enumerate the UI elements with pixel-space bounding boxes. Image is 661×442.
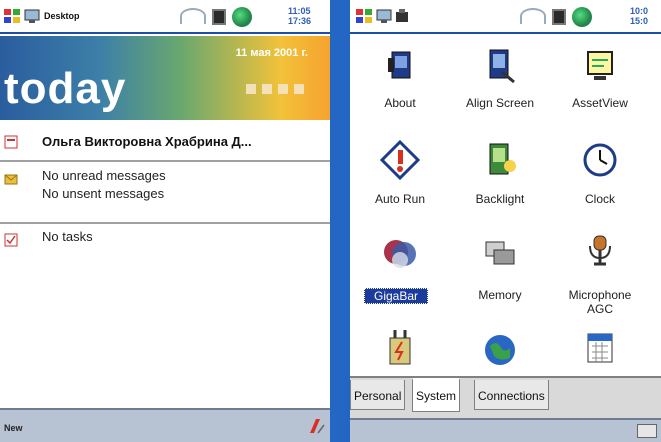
owner-name: Ольга Викторовна Храбрина Д...	[42, 134, 252, 149]
window-title: Desktop	[44, 11, 80, 21]
settings-item-label-selected: GigaBar	[364, 288, 428, 304]
settings-item-memory[interactable]: Memory	[450, 234, 550, 324]
power-icon	[389, 330, 411, 365]
tab-system[interactable]: System	[412, 378, 461, 412]
settings-item-about[interactable]: About	[350, 46, 450, 136]
settings-item-assetview[interactable]: AssetView	[550, 46, 650, 136]
settings-tab-bar: Personal System Connections	[350, 376, 661, 418]
memory-icon	[485, 241, 515, 265]
unread-messages-text: No unread messages	[42, 168, 166, 183]
settings-item-label: Clock	[584, 192, 615, 206]
assetview-icon	[587, 51, 613, 80]
settings-item-clock[interactable]: Clock	[550, 140, 650, 230]
start-menu-icon[interactable]	[356, 9, 373, 24]
autorun-icon	[380, 140, 420, 180]
calendar-icon	[587, 333, 613, 363]
clock-time-secondary[interactable]: 17:36	[288, 17, 311, 26]
connectivity-icon[interactable]	[232, 7, 252, 27]
desktop-icon	[376, 9, 392, 23]
regional-icon	[485, 335, 515, 365]
banner-date: 11 мая 2001 г.	[235, 47, 308, 59]
today-screen: Desktop 11:05 17:36 11 мая 2001 г. today…	[0, 0, 330, 442]
connectivity-icon[interactable]	[572, 7, 592, 27]
clock-icon	[583, 143, 617, 177]
no-tasks-text: No tasks	[42, 229, 93, 244]
settings-item-backlight[interactable]: Backlight	[450, 140, 550, 230]
clock-time-secondary[interactable]: 15:0	[630, 17, 648, 26]
title-bar: Desktop 11:05 17:36	[0, 0, 330, 34]
messages-row[interactable]: No unread messages No unsent messages	[0, 164, 330, 224]
tasks-icon	[4, 233, 18, 247]
keyboard-icon[interactable]	[637, 424, 657, 438]
two-device-screens: Desktop 11:05 17:36 11 мая 2001 г. today…	[0, 0, 661, 442]
today-banner[interactable]: 11 мая 2001 г. today	[0, 36, 330, 120]
status-tray: 10:0 15:0	[520, 5, 661, 29]
gigabar-icon	[384, 240, 416, 268]
owner-card-icon	[4, 135, 18, 149]
settings-item-align-screen[interactable]: Align Screen	[450, 46, 550, 136]
settings-icon-grid: About Align Screen AssetView Auto Run Ba…	[350, 36, 661, 388]
settings-item-gigabar[interactable]: GigaBar	[350, 234, 450, 324]
settings-app-icon	[396, 9, 408, 22]
signal-icon	[520, 8, 546, 24]
about-icon	[388, 51, 411, 79]
command-bar	[350, 418, 661, 442]
settings-item-label: Memory	[478, 288, 522, 302]
settings-item-label: Backlight	[475, 192, 525, 206]
settings-item-label: Microphone AGC	[568, 288, 632, 316]
settings-item-microphone-agc[interactable]: Microphone AGC	[550, 234, 650, 324]
tasks-row[interactable]: No tasks	[0, 224, 330, 254]
battery-icon[interactable]	[552, 9, 566, 25]
start-menu-icon[interactable]	[4, 9, 21, 24]
tab-connections[interactable]: Connections	[474, 380, 549, 410]
command-bar: New	[0, 408, 330, 442]
settings-item-label: AssetView	[572, 96, 628, 110]
signal-icon	[180, 8, 206, 24]
title-bar: 10:0 15:0	[350, 0, 661, 34]
today-title: today	[4, 64, 127, 113]
settings-screen: 10:0 15:0 About Align Screen AssetView A…	[350, 0, 661, 442]
unsent-messages-text: No unsent messages	[42, 186, 165, 201]
new-button[interactable]: New	[4, 423, 23, 433]
microphone-icon	[589, 235, 611, 266]
backlight-icon	[489, 143, 516, 175]
align-screen-icon	[489, 49, 515, 84]
settings-item-label: Auto Run	[374, 192, 426, 206]
settings-item-label: Align Screen	[465, 96, 535, 110]
clock-time[interactable]: 11:05	[288, 7, 311, 16]
tab-personal[interactable]: Personal	[350, 380, 406, 410]
owner-info-row[interactable]: Ольга Викторовна Храбрина Д...	[0, 122, 330, 162]
input-panel-icon[interactable]	[304, 415, 326, 437]
settings-item-auto-run[interactable]: Auto Run	[350, 140, 450, 230]
battery-icon[interactable]	[212, 9, 226, 25]
clock-time[interactable]: 10:0	[630, 7, 648, 16]
desktop-icon	[24, 9, 40, 23]
settings-item-label: About	[384, 96, 416, 110]
status-tray: 11:05 17:36	[180, 5, 330, 29]
inbox-icon	[4, 174, 18, 185]
banner-decoration	[246, 84, 304, 94]
